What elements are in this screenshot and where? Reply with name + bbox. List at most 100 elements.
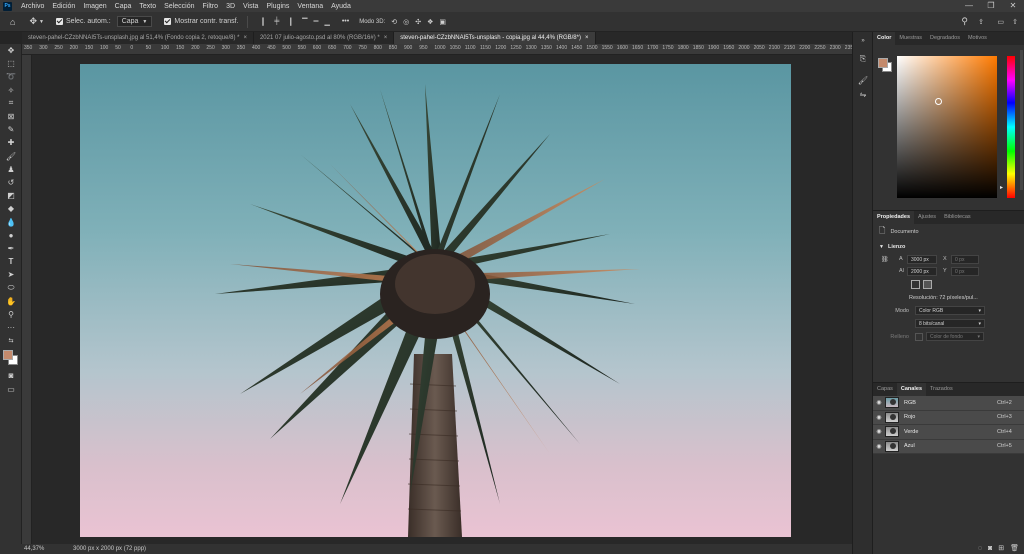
tab-channels[interactable]: Canales: [896, 383, 927, 396]
color-picker-handle[interactable]: [935, 98, 942, 105]
adjust-panel-icon[interactable]: ⇋: [853, 88, 873, 102]
menu-ayuda[interactable]: Ayuda: [327, 3, 355, 10]
clone-stamp-tool-icon[interactable]: ♟: [0, 163, 22, 176]
visibility-eye-icon[interactable]: ◉: [873, 428, 885, 435]
menu-texto[interactable]: Texto: [135, 3, 160, 10]
color-field[interactable]: [897, 56, 997, 198]
swap-colors-icon[interactable]: ⇆: [0, 334, 22, 347]
bit-depth-dropdown[interactable]: 8 bits/canal ▾: [915, 319, 985, 328]
new-channel-icon[interactable]: ⊞: [998, 544, 1004, 552]
save-selection-icon[interactable]: ◙: [988, 545, 992, 552]
search-icon[interactable]: ⚲: [961, 16, 968, 27]
trash-icon[interactable]: 🗑: [1010, 544, 1019, 552]
visibility-eye-icon[interactable]: ◉: [873, 414, 885, 421]
portrait-orientation-icon[interactable]: [911, 279, 920, 289]
link-icon[interactable]: ⛓: [881, 256, 893, 263]
tab-color[interactable]: Color: [873, 32, 896, 45]
auto-select-checkbox[interactable]: [55, 18, 63, 25]
width-field[interactable]: 3000 px: [907, 254, 937, 264]
collapse-panels-icon[interactable]: »: [853, 34, 873, 48]
tab-adjustments[interactable]: Ajustes: [914, 211, 940, 224]
canvas-area[interactable]: [32, 55, 852, 544]
hand-tool-icon[interactable]: ✋: [0, 295, 22, 308]
channel-row-blue[interactable]: ◉ Azul Ctrl+5: [873, 439, 1024, 454]
hue-slider[interactable]: [1007, 56, 1015, 198]
roll-3d-icon[interactable]: ◎: [403, 18, 409, 26]
align-center-icon[interactable]: ╪: [274, 18, 279, 25]
landscape-orientation-icon[interactable]: [923, 279, 932, 289]
tab-gradients[interactable]: Degradados: [926, 32, 964, 45]
blur-tool-icon[interactable]: 💧: [0, 215, 22, 228]
color-panel-scrollbar[interactable]: [1020, 50, 1023, 190]
tab-swatches[interactable]: Muestras: [895, 32, 926, 45]
path-selection-tool-icon[interactable]: ➤: [0, 268, 22, 281]
align-bottom-icon[interactable]: ▁: [324, 18, 329, 26]
visibility-eye-icon[interactable]: ◉: [873, 399, 885, 406]
chevron-down-icon[interactable]: ▼: [39, 19, 44, 25]
close-tab-icon[interactable]: ×: [243, 35, 247, 41]
eraser-tool-icon[interactable]: ◩: [0, 189, 22, 202]
canvas-section[interactable]: ▼ Lienzo: [873, 240, 1024, 253]
home-icon[interactable]: ⌂: [10, 17, 15, 27]
marquee-tool-icon[interactable]: ⬚: [0, 57, 22, 70]
menu-capa[interactable]: Capa: [111, 3, 136, 10]
show-transform-option[interactable]: Mostrar contr. transf.: [164, 18, 239, 25]
more-options-button[interactable]: •••: [342, 18, 349, 25]
brush-settings-icon[interactable]: 🖌: [853, 74, 873, 88]
zoom-tool-icon[interactable]: ⚲: [0, 308, 22, 321]
auto-select-target-dropdown[interactable]: Capa ▼: [116, 16, 153, 27]
history-panel-icon[interactable]: ⎘: [853, 52, 873, 66]
menu-archivo[interactable]: Archivo: [17, 3, 48, 10]
mode-dropdown[interactable]: Color RGB ▾: [915, 306, 985, 315]
type-tool-icon[interactable]: T: [0, 255, 22, 268]
foreground-color-swatch[interactable]: [878, 58, 888, 68]
maximize-button[interactable]: ❐: [980, 0, 1002, 12]
close-tab-icon[interactable]: ×: [585, 35, 589, 41]
align-top-icon[interactable]: ▔: [302, 18, 307, 26]
menu-seleccion[interactable]: Selección: [160, 3, 198, 10]
tab-properties[interactable]: Propiedades: [873, 211, 915, 224]
shape-tool-icon[interactable]: ⬭: [0, 281, 22, 294]
eyedropper-tool-icon[interactable]: ✎: [0, 123, 22, 136]
pan-3d-icon[interactable]: ✣: [415, 18, 421, 26]
align-middle-icon[interactable]: ═: [313, 18, 318, 25]
healing-brush-tool-icon[interactable]: ✚: [0, 136, 22, 149]
tab-patterns[interactable]: Motivos: [964, 32, 991, 45]
tab-document-1[interactable]: steven-pahel-CZzbNNAI5Ts-unsplash.jpg al…: [22, 32, 254, 44]
tab-document-2[interactable]: 2021 07 julio-agosto.psd al 80% (RGB/16#…: [254, 32, 395, 44]
paint-bucket-tool-icon[interactable]: ◆: [0, 202, 22, 215]
auto-select-option[interactable]: Selec. autom.:: [55, 18, 111, 25]
close-tab-icon[interactable]: ×: [384, 35, 388, 41]
fill-dropdown[interactable]: Color de fondo ▾: [926, 332, 984, 341]
align-right-icon[interactable]: ▕▏: [285, 18, 296, 26]
crop-tool-icon[interactable]: ⌗: [0, 97, 22, 110]
tab-document-3[interactable]: steven-pahel-CZzbNNAI5Ts-unsplash - copi…: [394, 32, 596, 44]
slide-3d-icon[interactable]: ❖: [427, 18, 433, 26]
move-tool-icon[interactable]: ✥: [29, 16, 37, 27]
minimize-button[interactable]: —: [958, 0, 980, 12]
workspace-icon[interactable]: ▭: [997, 18, 1004, 26]
show-transform-checkbox[interactable]: [164, 18, 172, 25]
orbit-3d-icon[interactable]: ⟲: [391, 18, 397, 26]
close-button[interactable]: ✕: [1002, 0, 1024, 12]
share-icon[interactable]: ⇪: [978, 18, 984, 26]
scale-3d-icon[interactable]: ▣: [439, 18, 446, 26]
load-selection-icon[interactable]: ◌: [978, 545, 982, 552]
channel-row-rgb[interactable]: ◉ RGB Ctrl+2: [873, 396, 1024, 411]
fill-color-swatch[interactable]: [915, 332, 923, 341]
move-tool-icon[interactable]: ✥: [0, 44, 22, 57]
document-image[interactable]: [80, 64, 791, 537]
quick-mask-icon[interactable]: ◙: [0, 369, 22, 382]
visibility-eye-icon[interactable]: ◉: [873, 443, 885, 450]
document-info[interactable]: 3000 px x 2000 px (72 ppp): [73, 546, 146, 552]
menu-imagen[interactable]: Imagen: [79, 3, 110, 10]
menu-filtro[interactable]: Filtro: [199, 3, 223, 10]
zoom-level[interactable]: 44,37%: [0, 546, 45, 552]
menu-ventana[interactable]: Ventana: [293, 3, 327, 10]
pen-tool-icon[interactable]: ✒: [0, 242, 22, 255]
share-upload-icon[interactable]: ⇧: [1012, 18, 1018, 26]
foreground-color-swatch[interactable]: [3, 350, 13, 361]
tab-layers[interactable]: Capas: [873, 383, 897, 396]
tab-libraries[interactable]: Bibliotecas: [940, 211, 975, 224]
history-brush-tool-icon[interactable]: ↺: [0, 176, 22, 189]
